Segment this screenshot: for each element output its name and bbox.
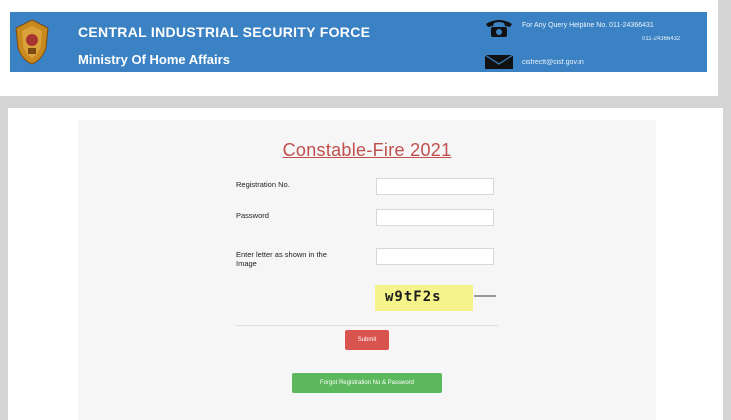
cisf-emblem-icon — [15, 19, 49, 65]
captcha-refresh-line — [474, 295, 496, 297]
captcha-label-line1: Enter letter as shown in the — [236, 250, 327, 259]
registration-input[interactable] — [376, 178, 494, 195]
phone-number: 011-24366432 — [642, 36, 681, 42]
captcha-label: Enter letter as shown in the Image — [236, 250, 327, 268]
login-form-panel: Constable-Fire 2021 Registration No. Pas… — [78, 120, 656, 420]
content-area: Constable-Fire 2021 Registration No. Pas… — [8, 108, 723, 420]
org-name: CENTRAL INDUSTRIAL SECURITY FORCE — [78, 24, 371, 40]
captcha-image: w9tF2s — [375, 285, 473, 311]
registration-label: Registration No. — [236, 180, 290, 189]
top-area: CENTRAL INDUSTRIAL SECURITY FORCE Minist… — [0, 0, 718, 96]
form-separator — [236, 325, 498, 326]
contact-email[interactable]: cisfrectt@cisf.gov.in — [522, 59, 584, 66]
ministry-name: Ministry Of Home Affairs — [78, 52, 230, 67]
form-title: Constable-Fire 2021 — [282, 140, 452, 160]
password-input[interactable] — [376, 209, 494, 226]
captcha-text: w9tF2s — [385, 289, 442, 305]
captcha-label-line2: Image — [236, 259, 257, 268]
mail-icon — [484, 54, 514, 69]
site-header: CENTRAL INDUSTRIAL SECURITY FORCE Minist… — [10, 12, 707, 72]
captcha-input[interactable] — [376, 248, 494, 265]
helpline-text: For Any Query Helpline No. 011-24366431 — [522, 22, 654, 29]
password-label: Password — [236, 211, 269, 220]
phone-icon — [486, 20, 512, 37]
forgot-credentials-button[interactable]: Forgot Registration No & Password — [292, 373, 442, 393]
submit-button[interactable]: Submit — [345, 330, 389, 350]
